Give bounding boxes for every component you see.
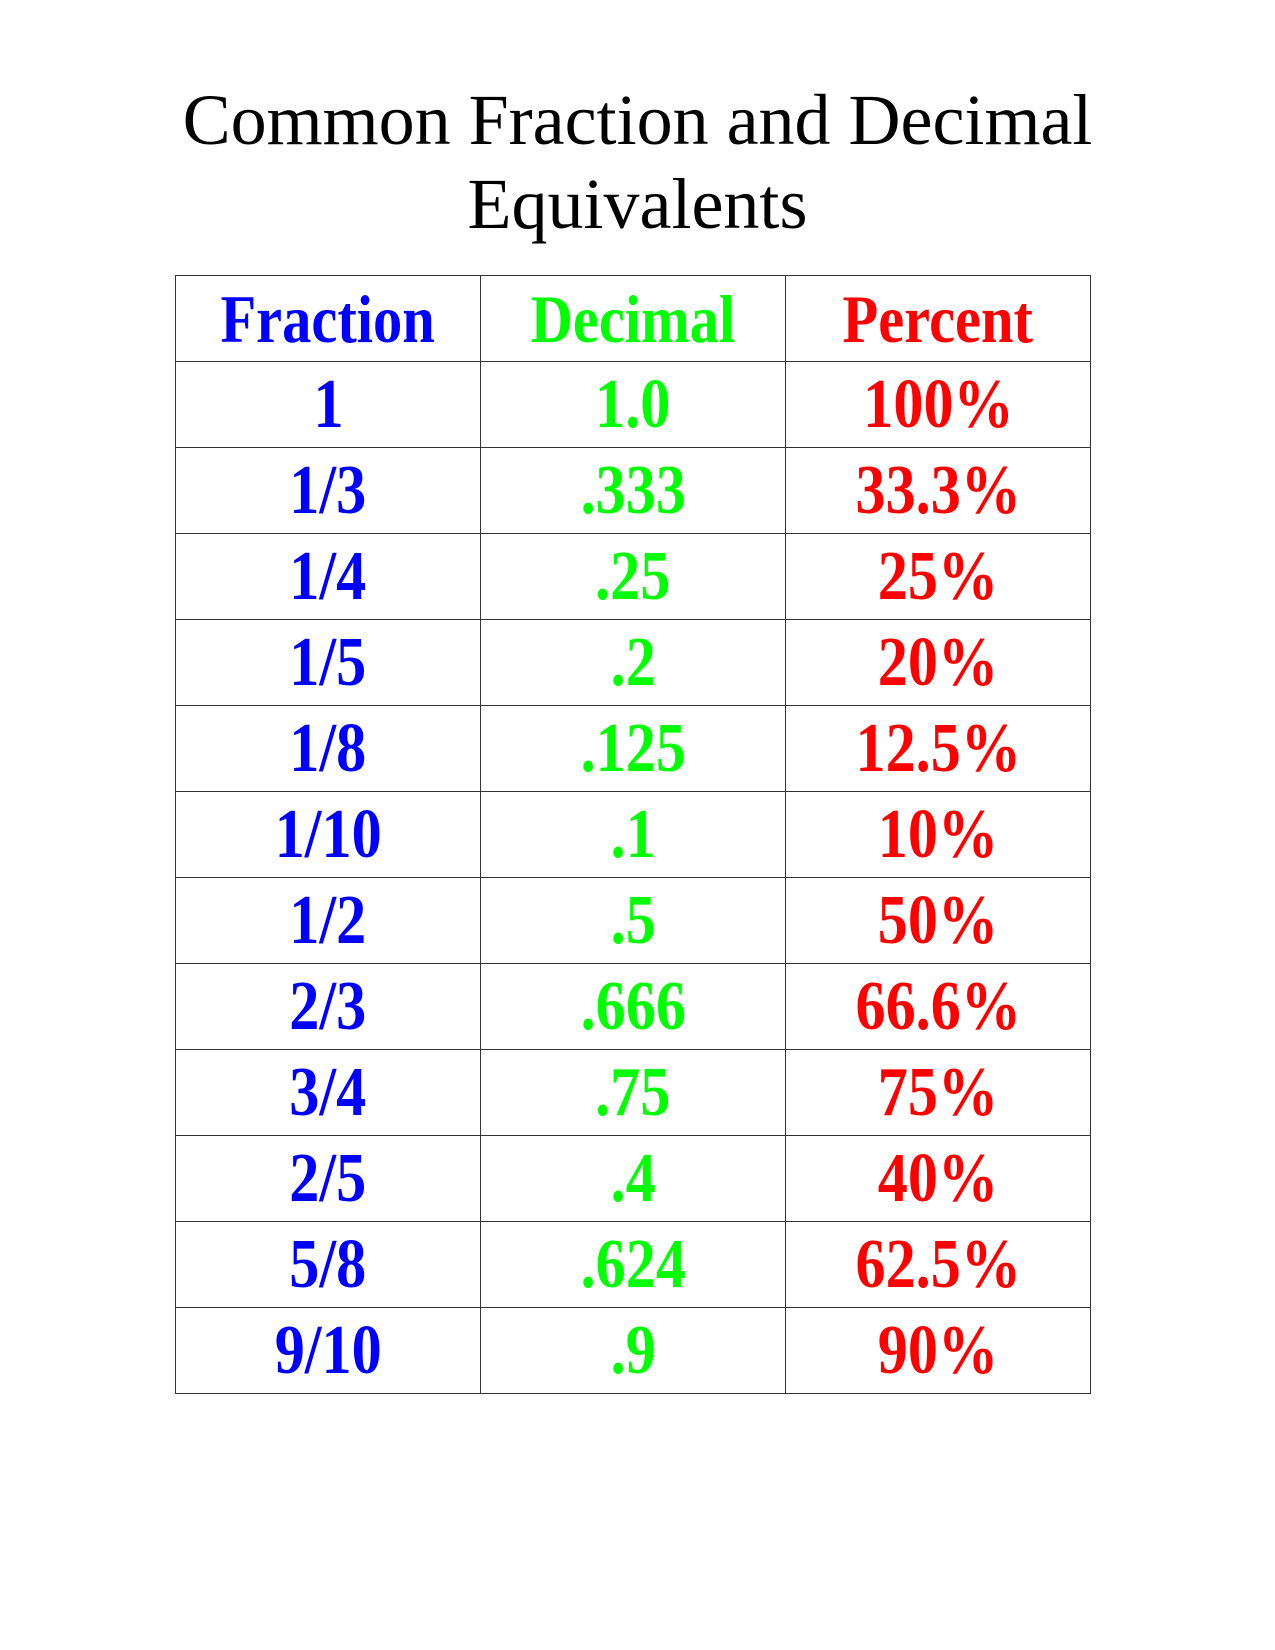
percent-cell: 100% [785,361,1091,448]
fraction-cell: 3/4 [175,1049,481,1136]
fraction-cell: 1/2 [175,877,481,964]
table-row: 1/3.333 33.3% [175,447,1091,534]
fraction-cell: 5/8 [175,1221,481,1308]
title-line-2: Equivalents [467,164,808,244]
decimal-cell: .125 [480,705,786,792]
table-row: 1/10.1 10% [175,791,1091,878]
header-row: Fraction Decimal Percent [175,275,1091,362]
decimal-cell: .5 [480,877,786,964]
table-row: 9/10.9 90% [175,1307,1091,1394]
table-row: 2/5.4 40% [175,1135,1091,1222]
percent-cell: 33.3% [785,447,1091,534]
percent-cell: 62.5% [785,1221,1091,1308]
percent-cell: 75% [785,1049,1091,1136]
table-row: 5/8.624 62.5% [175,1221,1091,1308]
decimal-cell: .666 [480,963,786,1050]
decimal-cell: .9 [480,1307,786,1394]
percent-cell: 90% [785,1307,1091,1394]
table-row: 3/4.75 75% [175,1049,1091,1136]
decimal-cell: .333 [480,447,786,534]
fraction-cell: 1/4 [175,533,481,620]
decimal-cell: .75 [480,1049,786,1136]
fraction-cell: 1 [175,361,481,448]
header-decimal: Decimal [480,275,786,362]
fraction-cell: 2/3 [175,963,481,1050]
decimal-cell: .624 [480,1221,786,1308]
percent-cell: 40% [785,1135,1091,1222]
table-row: 1/8.125 12.5% [175,705,1091,792]
table-row: 1/4.25 25% [175,533,1091,620]
fraction-cell: 2/5 [175,1135,481,1222]
percent-cell: 20% [785,619,1091,706]
table-row: 2/3.666 66.6% [175,963,1091,1050]
equivalents-table: Fraction Decimal Percent 1 1.0 100% 1/3.333… [175,275,1091,1394]
percent-cell: 10% [785,791,1091,878]
decimal-cell: .25 [480,533,786,620]
decimal-cell: .1 [480,791,786,878]
table-row: 1/2.5 50% [175,877,1091,964]
table-row: 1 1.0 100% [175,361,1091,448]
fraction-cell: 1/8 [175,705,481,792]
decimal-cell: .2 [480,619,786,706]
percent-cell: 66.6% [785,963,1091,1050]
percent-cell: 50% [785,877,1091,964]
percent-cell: 25% [785,533,1091,620]
percent-cell: 12.5% [785,705,1091,792]
page-title: Common Fraction and Decimal Equivalents [0,78,1275,246]
decimal-cell: 1.0 [480,361,786,448]
table-row: 1/5.2 20% [175,619,1091,706]
header-percent: Percent [785,275,1091,362]
fraction-cell: 1/5 [175,619,481,706]
decimal-cell: .4 [480,1135,786,1222]
fraction-cell: 9/10 [175,1307,481,1394]
fraction-cell: 1/3 [175,447,481,534]
fraction-cell: 1/10 [175,791,481,878]
header-fraction: Fraction [175,275,481,362]
title-line-1: Common Fraction and Decimal [182,80,1093,160]
